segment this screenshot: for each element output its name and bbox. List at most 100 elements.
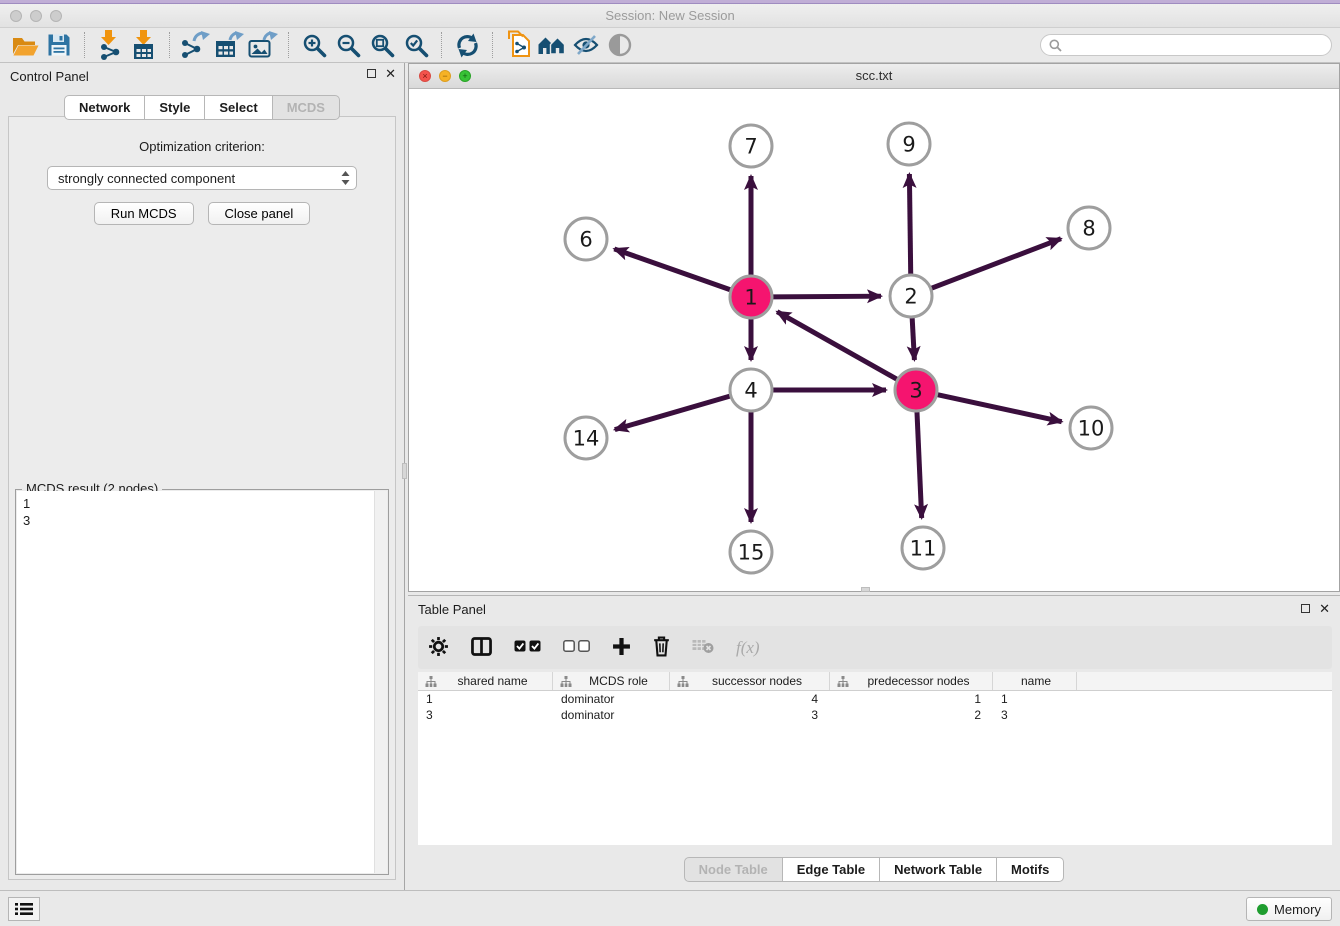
tab-edge-table[interactable]: Edge Table: [783, 857, 880, 882]
tab-select[interactable]: Select: [205, 95, 272, 120]
graph-edge-2-3[interactable]: [912, 318, 914, 360]
float-table-panel-icon[interactable]: [1301, 604, 1310, 613]
graph-canvas[interactable]: 7968124314101511: [409, 89, 1339, 591]
graph-node-label-10: 10: [1078, 417, 1105, 441]
refresh-view-icon[interactable]: [450, 30, 484, 60]
duplicate-network-icon[interactable]: [501, 30, 535, 60]
mcds-result-area[interactable]: 13: [17, 491, 387, 873]
save-session-icon[interactable]: [42, 30, 76, 60]
search-field[interactable]: [1040, 34, 1332, 56]
memory-status-icon: [1257, 904, 1268, 915]
import-network-icon[interactable]: [93, 30, 127, 60]
column-header-name[interactable]: name: [993, 672, 1077, 690]
zoom-out-icon[interactable]: [331, 30, 365, 60]
graph-node-label-7: 7: [744, 135, 757, 159]
shared-attribute-icon: [560, 676, 572, 687]
table-row[interactable]: 3dominator323: [418, 707, 1332, 723]
export-network-icon[interactable]: [178, 30, 212, 60]
tab-node-table[interactable]: Node Table: [684, 857, 783, 882]
result-scrollbar[interactable]: [374, 491, 387, 873]
open-file-icon[interactable]: [8, 30, 42, 60]
deselect-all-checkboxes-icon[interactable]: [563, 640, 590, 655]
column-header-successor-nodes[interactable]: successor nodes: [670, 672, 830, 690]
panel-splitter-handle[interactable]: [861, 587, 870, 592]
run-mcds-button[interactable]: Run MCDS: [94, 202, 194, 225]
graph-edge-4-14[interactable]: [615, 396, 730, 429]
tab-network[interactable]: Network: [64, 95, 145, 120]
close-panel-icon[interactable]: ✕: [385, 68, 396, 79]
tab-motifs[interactable]: Motifs: [997, 857, 1064, 882]
node-table: shared nameMCDS rolesuccessor nodesprede…: [418, 672, 1332, 845]
graph-edge-2-9[interactable]: [909, 174, 910, 274]
table-cell-mcds-role[interactable]: dominator: [553, 708, 670, 722]
zoom-in-icon[interactable]: [297, 30, 331, 60]
float-panel-icon[interactable]: [367, 69, 376, 78]
network-window-titlebar[interactable]: × − + scc.txt: [409, 64, 1339, 89]
select-all-checkboxes-icon[interactable]: [514, 640, 541, 655]
graph-node-label-2: 2: [904, 285, 917, 309]
column-header-mcds-role[interactable]: MCDS role: [553, 672, 670, 690]
task-history-button[interactable]: [8, 897, 40, 921]
table-row[interactable]: 1dominator411: [418, 691, 1332, 707]
status-bar: Memory: [0, 890, 1340, 926]
zoom-fit-icon[interactable]: [365, 30, 399, 60]
import-table-icon[interactable]: [127, 30, 161, 60]
criterion-select[interactable]: strongly connected component: [47, 166, 357, 190]
shared-attribute-icon: [837, 676, 849, 687]
table-cell-successor-nodes[interactable]: 3: [670, 708, 830, 722]
tab-style[interactable]: Style: [145, 95, 205, 120]
table-cell-name[interactable]: 1: [993, 692, 1077, 706]
panel-splitter-handle[interactable]: [402, 463, 407, 479]
export-image-icon[interactable]: [246, 30, 280, 60]
graph-edge-3-10[interactable]: [937, 395, 1061, 422]
session-home-icon[interactable]: [535, 30, 569, 60]
shared-attribute-icon: [677, 676, 689, 687]
apply-function-icon[interactable]: f(x): [736, 638, 760, 658]
toolbar-separator: [84, 32, 85, 58]
graph-edge-1-6[interactable]: [614, 249, 730, 290]
main-toolbar: [0, 28, 1340, 63]
node-table-rows: 1dominator4113dominator323: [418, 691, 1332, 723]
search-icon: [1049, 39, 1062, 52]
table-cell-shared-name[interactable]: 3: [418, 708, 553, 722]
table-cell-predecessor-nodes[interactable]: 1: [830, 692, 993, 706]
graph-node-label-4: 4: [744, 379, 757, 403]
table-panel-tabs: Node TableEdge TableNetwork TableMotifs: [408, 857, 1340, 882]
memory-button[interactable]: Memory: [1246, 897, 1332, 921]
table-cell-successor-nodes[interactable]: 4: [670, 692, 830, 706]
delete-column-icon[interactable]: [653, 636, 670, 660]
close-table-panel-icon[interactable]: ✕: [1319, 603, 1330, 614]
table-cell-shared-name[interactable]: 1: [418, 692, 553, 706]
zoom-selected-icon[interactable]: [399, 30, 433, 60]
search-input[interactable]: [1067, 38, 1323, 53]
application-window: Session: New Session: [0, 0, 1340, 926]
table-cell-predecessor-nodes[interactable]: 2: [830, 708, 993, 722]
graph-node-label-6: 6: [579, 228, 592, 252]
table-cell-mcds-role[interactable]: dominator: [553, 692, 670, 706]
column-header-predecessor-nodes[interactable]: predecessor nodes: [830, 672, 993, 690]
hide-graphics-details-icon[interactable]: [569, 30, 603, 60]
optimization-criterion-label: Optimization criterion:: [9, 139, 395, 154]
close-panel-button[interactable]: Close panel: [208, 202, 311, 225]
column-header-shared-name[interactable]: shared name: [418, 672, 553, 690]
tab-network-table[interactable]: Network Table: [880, 857, 997, 882]
toolbar-separator: [492, 32, 493, 58]
graph-edge-3-11[interactable]: [917, 412, 922, 518]
graph-edge-1-2[interactable]: [773, 296, 881, 297]
add-column-icon[interactable]: [612, 637, 631, 659]
network-window-title: scc.txt: [409, 68, 1339, 83]
mcds-result-line: 1: [23, 495, 387, 512]
tab-mcds[interactable]: MCDS: [273, 95, 340, 120]
delete-table-icon[interactable]: [692, 639, 714, 657]
control-panel-title: Control Panel: [10, 69, 89, 84]
column-view-icon[interactable]: [471, 637, 492, 659]
control-panel-tabs: NetworkStyleSelectMCDS: [0, 95, 404, 120]
export-table-icon[interactable]: [212, 30, 246, 60]
birds-eye-view-icon[interactable]: [603, 30, 637, 60]
mcds-result-line: 3: [23, 512, 387, 529]
table-settings-icon[interactable]: [428, 636, 449, 660]
toolbar-separator: [441, 32, 442, 58]
graph-edge-3-1[interactable]: [777, 312, 897, 379]
table-cell-name[interactable]: 3: [993, 708, 1077, 722]
graph-edge-2-8[interactable]: [932, 239, 1061, 288]
